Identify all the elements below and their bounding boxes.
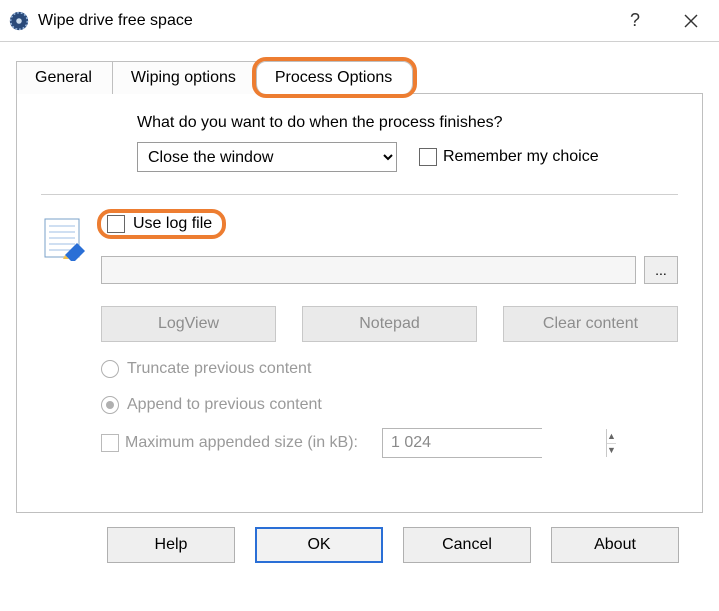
- clear-content-button[interactable]: Clear content: [503, 306, 678, 342]
- checkbox-icon: [101, 434, 119, 452]
- append-radio[interactable]: Append to previous content: [101, 396, 678, 414]
- checkbox-icon: [107, 215, 125, 233]
- help-titlebar-button[interactable]: ?: [607, 0, 663, 42]
- logview-button[interactable]: LogView: [101, 306, 276, 342]
- tab-general[interactable]: General: [16, 61, 113, 94]
- dialog-footer: Help OK Cancel About: [16, 527, 703, 563]
- remember-choice-checkbox[interactable]: Remember my choice: [419, 148, 599, 166]
- log-path-input[interactable]: [101, 256, 636, 284]
- app-icon: [8, 10, 30, 32]
- log-section-icon: [41, 213, 101, 266]
- about-button[interactable]: About: [551, 527, 679, 563]
- close-icon: [684, 14, 698, 28]
- max-size-spinner[interactable]: ▲ ▼: [382, 428, 542, 458]
- titlebar: Wipe drive free space ?: [0, 0, 719, 42]
- checkbox-icon: [419, 148, 437, 166]
- use-log-file-label: Use log file: [133, 215, 212, 233]
- spin-up-button[interactable]: ▲: [607, 429, 616, 444]
- ok-button[interactable]: OK: [255, 527, 383, 563]
- max-size-checkbox[interactable]: Maximum appended size (in kB):: [101, 434, 358, 452]
- help-button[interactable]: Help: [107, 527, 235, 563]
- tab-wiping-options[interactable]: Wiping options: [112, 61, 257, 94]
- close-titlebar-button[interactable]: [663, 0, 719, 42]
- max-size-input[interactable]: [383, 429, 606, 457]
- use-log-file-checkbox[interactable]: Use log file: [101, 213, 222, 235]
- window-title: Wipe drive free space: [38, 12, 607, 30]
- cancel-button[interactable]: Cancel: [403, 527, 531, 563]
- browse-log-button[interactable]: ...: [644, 256, 678, 284]
- radio-icon: [101, 396, 119, 414]
- remember-choice-label: Remember my choice: [443, 148, 599, 166]
- max-size-label: Maximum appended size (in kB):: [125, 434, 358, 452]
- append-radio-label: Append to previous content: [127, 396, 322, 414]
- spin-down-button[interactable]: ▼: [607, 444, 616, 458]
- finish-question-label: What do you want to do when the process …: [137, 114, 678, 132]
- truncate-radio[interactable]: Truncate previous content: [101, 360, 678, 378]
- process-options-panel: What do you want to do when the process …: [16, 93, 703, 513]
- notepad-button[interactable]: Notepad: [302, 306, 477, 342]
- tab-bar: General Wiping options Process Options: [16, 56, 703, 94]
- tab-process-options[interactable]: Process Options: [256, 61, 413, 94]
- truncate-radio-label: Truncate previous content: [127, 360, 311, 378]
- separator: [41, 194, 678, 195]
- radio-icon: [101, 360, 119, 378]
- finish-action-select[interactable]: Close the window: [137, 142, 397, 172]
